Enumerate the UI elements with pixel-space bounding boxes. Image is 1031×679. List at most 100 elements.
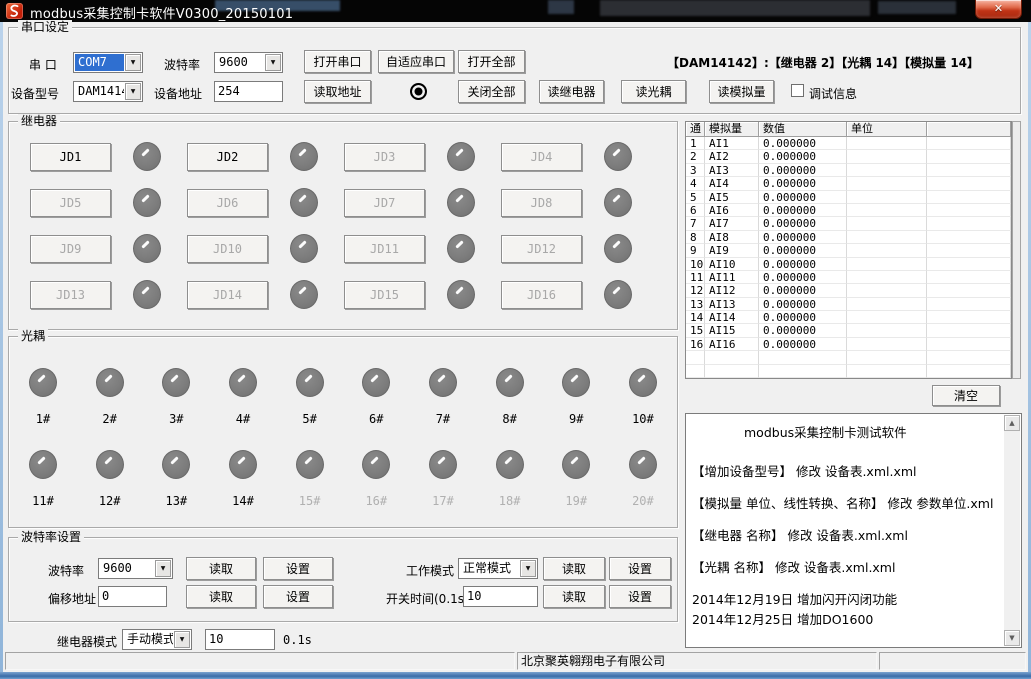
switch-time-read-button[interactable]: 读取 bbox=[543, 585, 605, 608]
info-scrollbar[interactable]: ▲ ▼ bbox=[1004, 415, 1020, 646]
clear-button[interactable]: 清空 bbox=[932, 385, 1000, 406]
table-row: 12AI120.000000 bbox=[686, 284, 1011, 297]
table-row: 3AI30.000000 bbox=[686, 164, 1011, 177]
opto-item: 13# bbox=[156, 450, 196, 508]
offset-input[interactable]: 0 bbox=[98, 586, 167, 607]
relay-indicator-icon bbox=[447, 234, 475, 263]
baud-settings-group: 波特率设置 波特率 9600 ▼ 读取 设置 工作模式 正常模式 ▼ 读取 设置… bbox=[8, 537, 678, 622]
table-cell: AI5 bbox=[705, 191, 759, 204]
close-button[interactable]: ✕ bbox=[975, 0, 1022, 19]
opto-item: 12# bbox=[90, 450, 130, 508]
opto-indicator-icon bbox=[29, 368, 57, 397]
relay-mode-time-input[interactable]: 10 bbox=[205, 629, 275, 650]
relay-indicator-icon bbox=[290, 280, 318, 309]
table-cell: 11 bbox=[686, 271, 705, 284]
baud-set-button[interactable]: 设置 bbox=[263, 557, 333, 580]
opto-indicator-icon bbox=[429, 368, 457, 397]
chevron-down-icon[interactable]: ▼ bbox=[125, 54, 141, 71]
switch-time-input[interactable]: 10 bbox=[463, 586, 538, 607]
table-cell bbox=[927, 137, 1011, 150]
chevron-down-icon[interactable]: ▼ bbox=[174, 631, 190, 648]
opto-group: 光耦 1#2#3#4#5#6#7#8#9#10# 11#12#13#14#15#… bbox=[8, 336, 678, 528]
opto-label: 17# bbox=[432, 494, 454, 508]
table-cell bbox=[847, 164, 927, 177]
table-cell bbox=[847, 284, 927, 297]
table-cell bbox=[847, 217, 927, 230]
device-address-input[interactable]: 254 bbox=[214, 81, 283, 102]
open-all-button[interactable]: 打开全部 bbox=[458, 50, 525, 73]
baud-rate-label: 波特率 bbox=[48, 562, 84, 579]
table-cell: 16 bbox=[686, 338, 705, 351]
relay-button-jd2[interactable]: JD2 bbox=[187, 143, 268, 171]
relay-cell: JD1 bbox=[30, 142, 187, 171]
column-header[interactable]: 模拟量 bbox=[705, 122, 759, 137]
switch-time-set-button[interactable]: 设置 bbox=[609, 585, 671, 608]
relay-button-jd11: JD11 bbox=[344, 235, 425, 263]
info-line: 2014年12月25日 增加DO1600 bbox=[692, 609, 999, 628]
table-row: 6AI60.000000 bbox=[686, 204, 1011, 217]
work-mode-select[interactable]: 正常模式 ▼ bbox=[458, 558, 538, 579]
read-relay-button[interactable]: 读继电器 bbox=[539, 80, 604, 103]
table-cell bbox=[927, 244, 1011, 257]
titlebar: modbus采集控制卡软件V0300_20150101 ✕ bbox=[0, 0, 1031, 22]
opto-label: 11# bbox=[32, 494, 54, 508]
info-line: 【增加设备型号】 修改 设备表.xml.xml bbox=[692, 461, 999, 480]
offset-set-button[interactable]: 设置 bbox=[263, 585, 333, 608]
column-header[interactable]: 通 bbox=[686, 122, 705, 137]
titlebar-artifact bbox=[600, 0, 870, 16]
table-cell: 0.000000 bbox=[759, 231, 847, 244]
chevron-down-icon[interactable]: ▼ bbox=[155, 560, 171, 577]
serial-settings-group: 串口设定 串 口 COM7 ▼ 波特率 9600 ▼ 打开串口 自适应串口 打开… bbox=[8, 27, 1021, 114]
table-cell bbox=[927, 150, 1011, 163]
model-select[interactable]: DAM14142 ▼ bbox=[73, 81, 143, 102]
table-row: 7AI70.000000 bbox=[686, 217, 1011, 230]
work-mode-read-button[interactable]: 读取 bbox=[543, 557, 605, 580]
auto-serial-button[interactable]: 自适应串口 bbox=[378, 50, 454, 73]
opto-item: 16# bbox=[356, 450, 396, 508]
read-analog-button[interactable]: 读模拟量 bbox=[709, 80, 774, 103]
baud-rate-select[interactable]: 9600 ▼ bbox=[98, 558, 173, 579]
open-serial-button[interactable]: 打开串口 bbox=[304, 50, 371, 73]
table-cell: AI3 bbox=[705, 164, 759, 177]
table-cell: 6 bbox=[686, 204, 705, 217]
column-header[interactable] bbox=[927, 122, 1011, 137]
relay-group-title: 继电器 bbox=[18, 114, 60, 129]
scroll-down-button[interactable]: ▼ bbox=[1004, 630, 1020, 646]
opto-indicator-icon bbox=[562, 368, 590, 397]
read-address-button[interactable]: 读取地址 bbox=[304, 80, 371, 103]
relay-button-jd9: JD9 bbox=[30, 235, 111, 263]
baud-read-button[interactable]: 读取 bbox=[186, 557, 256, 580]
table-cell bbox=[927, 284, 1011, 297]
chevron-down-icon[interactable]: ▼ bbox=[520, 560, 536, 577]
scroll-up-button[interactable]: ▲ bbox=[1004, 415, 1020, 431]
close-all-button[interactable]: 关闭全部 bbox=[458, 80, 525, 103]
offset-read-button[interactable]: 读取 bbox=[186, 585, 256, 608]
opto-label: 9# bbox=[569, 412, 583, 426]
table-cell bbox=[847, 298, 927, 311]
chevron-down-icon[interactable]: ▼ bbox=[125, 83, 141, 100]
opto-indicator-icon bbox=[229, 450, 257, 479]
opto-item: 14# bbox=[223, 450, 263, 508]
analog-table-header: 通 模拟量 数值 单位 bbox=[686, 122, 1011, 137]
debug-checkbox[interactable] bbox=[791, 84, 804, 97]
relay-mode-select[interactable]: 手动模式 ▼ bbox=[122, 629, 192, 650]
statusbar-pane bbox=[5, 652, 515, 670]
offset-label: 偏移地址 bbox=[48, 590, 96, 607]
relay-button-jd12: JD12 bbox=[501, 235, 582, 263]
table-cell: 2 bbox=[686, 150, 705, 163]
opto-label: 6# bbox=[369, 412, 383, 426]
relay-indicator-icon bbox=[447, 280, 475, 309]
com-port-select[interactable]: COM7 ▼ bbox=[73, 52, 143, 73]
column-header[interactable]: 数值 bbox=[759, 122, 847, 137]
analog-table-scrollbar[interactable] bbox=[1012, 121, 1021, 379]
table-cell: AI7 bbox=[705, 217, 759, 230]
close-icon: ✕ bbox=[994, 2, 1003, 15]
relay-button-jd1[interactable]: JD1 bbox=[30, 143, 111, 171]
work-mode-set-button[interactable]: 设置 bbox=[609, 557, 671, 580]
read-opto-button[interactable]: 读光耦 bbox=[621, 80, 686, 103]
table-row: 1AI10.000000 bbox=[686, 137, 1011, 150]
column-header[interactable]: 单位 bbox=[847, 122, 927, 137]
baud-select[interactable]: 9600 ▼ bbox=[214, 52, 283, 73]
table-row: 11AI110.000000 bbox=[686, 271, 1011, 284]
chevron-down-icon[interactable]: ▼ bbox=[265, 54, 281, 71]
